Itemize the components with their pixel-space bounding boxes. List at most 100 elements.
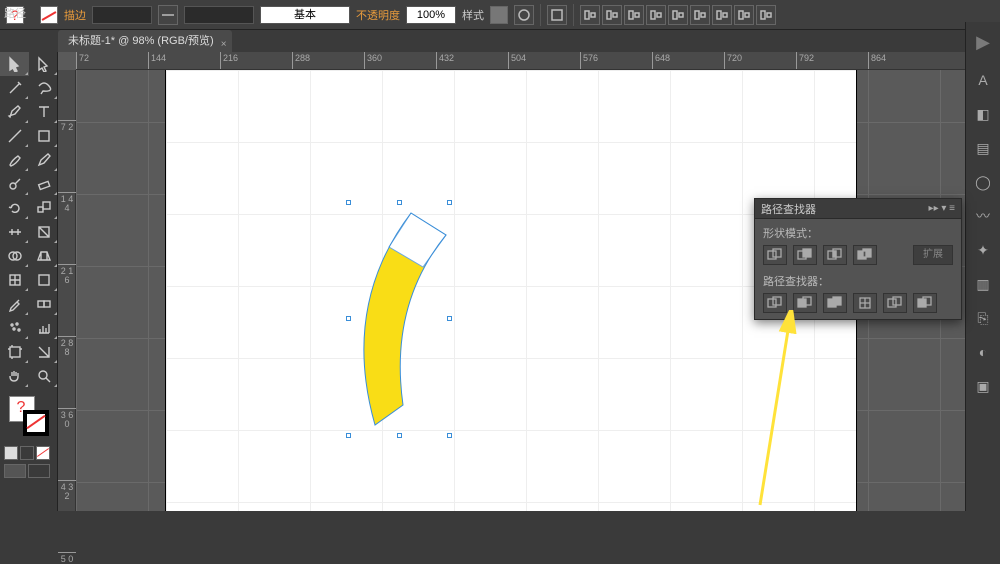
intersect-button[interactable] [823,245,847,265]
tool-symbol-spray[interactable] [0,316,29,340]
style-swatch[interactable] [490,6,508,24]
graphic-style-dropdown[interactable]: 基本 [260,6,350,24]
ruler-vertical[interactable]: 7 21 4 42 1 62 8 83 6 04 3 25 0 [58,70,76,511]
align-vcenter-button[interactable] [668,5,688,25]
expand-panels-icon[interactable]: ▶ [976,32,990,53]
shape-modes-row: 扩展 [763,245,953,265]
minus-front-button[interactable] [793,245,817,265]
align-left-button[interactable] [580,5,600,25]
pathfinders-label: 路径查找器： [763,273,953,289]
tool-line[interactable] [0,124,29,148]
tool-eyedropper[interactable] [0,292,29,316]
align-bottom-button[interactable] [690,5,710,25]
shape-modes-label: 形状模式： [763,225,953,241]
control-bar: ? 描边 基本 不透明度 100% 样式 [0,0,1000,30]
unite-button[interactable] [763,245,787,265]
panel-titlebar[interactable]: 路径查找器 ▸▸ ▾ ≡ [755,199,961,219]
document-title: 未标题-1* @ 98% (RGB/预览) [68,35,214,47]
tool-slice[interactable] [29,340,58,364]
var-width-profile[interactable] [158,5,178,25]
draw-mode-buttons [0,444,57,462]
tool-rotate[interactable] [0,196,29,220]
dist-2-button[interactable] [734,5,754,25]
tool-hand[interactable] [0,364,29,388]
opacity-label: 不透明度 [356,7,400,23]
tools-panel [0,52,58,511]
brush-def-dropdown[interactable] [184,6,254,24]
minus-back-button[interactable] [913,293,937,313]
panel-label-path: 路径 [4,5,26,21]
tool-artboard[interactable] [0,340,29,364]
dock-layers-icon[interactable]: ▥ [972,273,994,295]
outline-button[interactable] [883,293,907,313]
separator [540,4,541,26]
tool-selection[interactable] [0,52,29,76]
align-right-button[interactable] [624,5,644,25]
tool-type[interactable] [29,100,58,124]
align-hcenter-button[interactable] [602,5,622,25]
draw-behind[interactable] [20,446,34,460]
tool-blob-brush[interactable] [0,172,29,196]
divide-button[interactable] [763,293,787,313]
recolor-icon[interactable] [514,5,534,25]
artboard[interactable] [166,70,856,511]
tool-perspective[interactable] [29,244,58,268]
stroke-weight-dropdown[interactable] [92,6,152,24]
tool-mesh[interactable] [0,268,29,292]
dock-symbols-icon[interactable]: ✦ [972,239,994,261]
screen-mode-buttons [0,462,57,480]
tool-graph[interactable] [29,316,58,340]
dock-swatches-icon[interactable]: ▤ [972,137,994,159]
doc-setup-icon[interactable] [547,5,567,25]
align-top-button[interactable] [646,5,666,25]
selection-bounding-box [349,203,449,435]
exclude-button[interactable] [853,245,877,265]
dock-color-icon[interactable]: ◧ [972,103,994,125]
fill-stroke-control[interactable] [0,388,57,444]
tool-pencil[interactable] [29,148,58,172]
tool-magic-wand[interactable] [0,76,29,100]
dist-1-button[interactable] [712,5,732,25]
tool-lasso[interactable] [29,76,58,100]
tool-eraser[interactable] [29,172,58,196]
document-tab[interactable]: 未标题-1* @ 98% (RGB/预览) × [58,30,232,52]
tool-free-transform[interactable] [29,220,58,244]
tool-direct-selection[interactable] [29,52,58,76]
dock-graphic-styles-icon[interactable]: ▣ [972,375,994,397]
pathfinder-panel[interactable]: 路径查找器 ▸▸ ▾ ≡ 形状模式： 扩展 路径查找器： [754,198,962,320]
dist-3-button[interactable] [756,5,776,25]
tool-shape-builder[interactable] [0,244,29,268]
dock-stroke-circle-icon[interactable]: ◯ [972,171,994,193]
stroke-label: 描边 [64,7,86,23]
opacity-input[interactable]: 100% [406,6,456,24]
tool-gradient[interactable] [29,268,58,292]
panel-title: 路径查找器 [761,201,816,217]
draw-normal[interactable] [4,446,18,460]
screen-mode-normal[interactable] [4,464,26,478]
right-panel-dock: ▶ A ◧ ▤ ◯ 〰 ✦ ▥ ⎘ ◐ ▣ [965,22,1000,511]
dock-brushes-icon[interactable]: 〰 [972,205,994,227]
crop-button[interactable] [853,293,877,313]
dock-links-icon[interactable]: ⎘ [972,307,994,329]
panel-menu[interactable]: ▸▸ ▾ ≡ [929,203,955,214]
pathfinders-row [763,293,953,313]
draw-inside[interactable] [36,446,50,460]
dock-appearance-icon[interactable]: ◐ [972,341,994,363]
tool-rectangle[interactable] [29,124,58,148]
trim-button[interactable] [793,293,817,313]
tool-scale[interactable] [29,196,58,220]
stroke-box[interactable] [23,410,49,436]
tool-width[interactable] [0,220,29,244]
stroke-swatch[interactable] [40,6,58,24]
screen-mode-full[interactable] [28,464,50,478]
dock-glyph-A-icon[interactable]: A [972,69,994,91]
tool-blend[interactable] [29,292,58,316]
tool-zoom[interactable] [29,364,58,388]
document-tab-strip: 未标题-1* @ 98% (RGB/预览) × [0,30,1000,52]
expand-button[interactable]: 扩展 [913,245,953,265]
style-label: 样式 [462,7,484,23]
tool-brush[interactable] [0,148,29,172]
ruler-horizontal[interactable]: 72144216288360432504576648720792864 [76,52,965,70]
tool-pen[interactable] [0,100,29,124]
merge-button[interactable] [823,293,847,313]
